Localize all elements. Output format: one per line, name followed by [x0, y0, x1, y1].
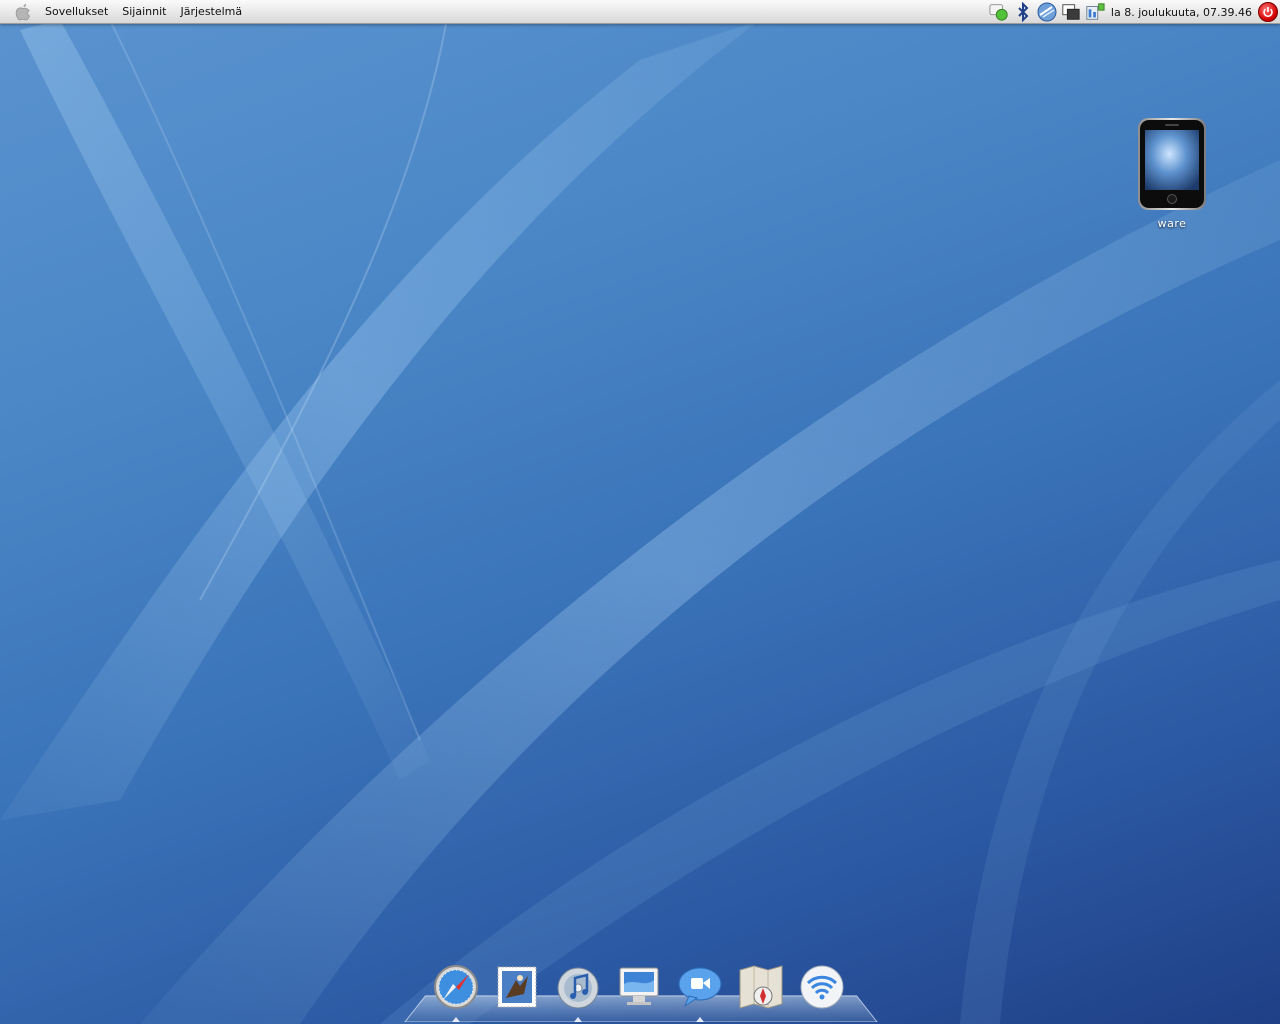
- desktop-wallpaper: [0, 0, 1280, 1024]
- menu-system[interactable]: Järjestelmä: [173, 0, 249, 24]
- running-indicator: [452, 1017, 460, 1022]
- video-chat-icon: [678, 967, 722, 1008]
- dock-item-mail[interactable]: [491, 964, 543, 1014]
- compass-icon: [434, 965, 478, 1009]
- menu-places[interactable]: Sijainnit: [115, 0, 173, 24]
- running-indicator: [574, 1017, 582, 1022]
- monitor-icon: [619, 967, 659, 1005]
- dock-item-display[interactable]: [613, 964, 665, 1014]
- dock-item-maps[interactable]: [735, 964, 787, 1014]
- bluetooth-icon[interactable]: [1013, 2, 1033, 22]
- running-indicator: [696, 1017, 704, 1022]
- dock-item-itunes[interactable]: [552, 964, 604, 1022]
- system-tray: la 8. joulukuuta, 07.39.46: [987, 0, 1280, 24]
- music-cd-icon: [557, 967, 599, 1009]
- power-icon[interactable]: [1258, 2, 1278, 22]
- workspace-switcher-icon[interactable]: [1061, 2, 1081, 22]
- desktop-icon-label: ware: [1157, 217, 1187, 230]
- network-globe-icon[interactable]: [1037, 2, 1057, 22]
- top-panel: Sovellukset Sijainnit Järjestelmä la 8. …: [0, 0, 1280, 24]
- wifi-icon: [800, 965, 844, 1009]
- dock-item-wireless[interactable]: [796, 964, 848, 1014]
- menu-applications[interactable]: Sovellukset: [38, 0, 115, 24]
- network-monitor-icon[interactable]: [1085, 2, 1105, 22]
- dock: [430, 964, 857, 1022]
- mail-stamp-icon: [497, 966, 537, 1008]
- iphone-icon: [1138, 118, 1206, 210]
- desktop-icon-ware[interactable]: ware: [1128, 116, 1216, 231]
- apple-menu-icon[interactable]: [14, 3, 32, 21]
- chat-status-icon[interactable]: [989, 2, 1009, 22]
- dock-item-ichat[interactable]: [674, 964, 726, 1022]
- clock[interactable]: la 8. joulukuuta, 07.39.46: [1107, 6, 1256, 19]
- dock-item-safari[interactable]: [430, 964, 482, 1022]
- map-compass-icon: [739, 965, 783, 1009]
